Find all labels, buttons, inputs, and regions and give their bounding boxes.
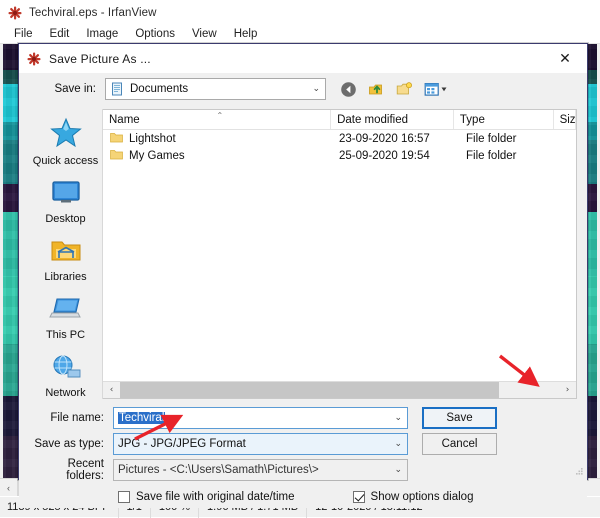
dialog-title: Save Picture As ... [49, 52, 151, 66]
column-header-date-modified[interactable]: Date modified [331, 110, 454, 129]
places-bar: Quick access Desktop [29, 109, 103, 399]
file-name-cell: My Games [103, 149, 339, 163]
save-as-type-row: Save as type: JPG - JPG/JPEG Format ⌄ Ca… [29, 431, 577, 457]
desktop-monitor-icon [49, 179, 83, 210]
place-label: Desktop [45, 213, 85, 225]
recent-folders-combobox[interactable]: Pictures - <C:\Users\Samath\Pictures\> ⌄ [113, 459, 408, 481]
save-in-row: Save in: Documents ⌄ [29, 75, 577, 103]
dialog-titlebar: Save Picture As ... ✕ [19, 44, 587, 73]
place-this-pc[interactable]: This PC [31, 295, 101, 341]
back-icon[interactable] [338, 79, 359, 99]
table-row[interactable]: Lightshot 23-09-2020 16:57 File folder [103, 130, 576, 147]
save-in-combobox[interactable]: Documents ⌄ [105, 78, 326, 100]
up-one-level-icon[interactable] [366, 79, 387, 99]
column-header-type[interactable]: Type [454, 110, 554, 129]
chevron-down-icon[interactable]: ⌄ [312, 84, 320, 94]
save-as-type-combobox[interactable]: JPG - JPG/JPEG Format ⌄ [113, 433, 408, 455]
column-header-name[interactable]: Name ⌃ [103, 110, 331, 129]
place-network[interactable]: Network [31, 353, 101, 399]
menu-item-image[interactable]: Image [78, 26, 127, 42]
save-as-type-label: Save as type: [29, 438, 113, 450]
file-name-label: File name: [29, 412, 113, 424]
dialog-toolbar [338, 79, 452, 99]
window-title: Techviral.eps - IrfanView [29, 7, 157, 19]
recent-folders-value: Pictures - <C:\Users\Samath\Pictures\> [118, 464, 319, 476]
file-name-cell: Lightshot [103, 132, 339, 146]
place-label: Libraries [44, 271, 86, 283]
menu-item-edit[interactable]: Edit [42, 26, 79, 42]
file-type: File folder [466, 133, 569, 145]
dialog-main: Quick access Desktop [29, 109, 577, 399]
menu-item-help[interactable]: Help [226, 26, 267, 42]
menu-item-options[interactable]: Options [127, 26, 184, 42]
file-name-row: File name: Techviral ⌄ Save [29, 405, 577, 431]
irfanview-icon [8, 6, 22, 20]
menu-item-view[interactable]: View [184, 26, 226, 42]
place-desktop[interactable]: Desktop [31, 179, 101, 225]
file-name: My Games [129, 150, 185, 162]
checkbox-label: Save file with original date/time [136, 491, 295, 503]
irfanview-icon [27, 52, 41, 66]
save-in-label: Save in: [29, 83, 105, 95]
column-label: Name [109, 114, 140, 126]
file-list-scroll-track[interactable] [499, 382, 559, 398]
file-list-horizontal-scrollbar[interactable]: ‹ › [103, 381, 576, 398]
irfanview-window: Techviral.eps - IrfanView File Edit Imag… [0, 0, 600, 517]
folder-icon [110, 132, 123, 146]
window-titlebar: Techviral.eps - IrfanView [0, 0, 600, 25]
file-date: 25-09-2020 19:54 [339, 150, 466, 162]
checkbox-show-options-dialog[interactable]: Show options dialog [353, 491, 474, 503]
checkbox-box[interactable] [353, 491, 365, 503]
views-icon[interactable] [422, 79, 452, 99]
place-label: Network [45, 387, 85, 399]
save-as-type-value: JPG - JPG/JPEG Format [118, 438, 246, 450]
scroll-right-icon[interactable]: › [559, 382, 576, 398]
recent-folders-label: Recent folders: [29, 458, 113, 482]
dialog-body: Save in: Documents ⌄ [19, 73, 587, 508]
file-type: File folder [466, 150, 569, 162]
documents-folder-icon [110, 82, 124, 96]
place-quick-access[interactable]: Quick access [31, 117, 101, 167]
resize-grip-icon[interactable] [573, 466, 584, 477]
file-name-value: Techviral [118, 412, 165, 424]
dialog-form: File name: Techviral ⌄ Save Save as type… [29, 399, 577, 508]
file-list-header: Name ⌃ Date modified Type Siz [103, 110, 576, 130]
file-date: 23-09-2020 16:57 [339, 133, 466, 145]
place-libraries[interactable]: Libraries [31, 237, 101, 283]
table-row[interactable]: My Games 25-09-2020 19:54 File folder [103, 147, 576, 164]
place-label: This PC [46, 329, 85, 341]
file-name: Lightshot [129, 133, 176, 145]
save-picture-as-dialog: Save Picture As ... ✕ Save in: [18, 43, 588, 480]
save-button[interactable]: Save [422, 407, 497, 429]
save-in-value: Documents [130, 83, 188, 95]
this-pc-laptop-icon [49, 295, 83, 326]
scroll-left-icon[interactable]: ‹ [0, 479, 17, 496]
libraries-folder-icon [49, 237, 83, 268]
chevron-down-icon[interactable]: ⌄ [394, 439, 402, 449]
network-globe-icon [49, 353, 83, 384]
close-icon[interactable]: ✕ [543, 44, 587, 73]
quick-access-star-icon [49, 117, 83, 152]
menubar: File Edit Image Options View Help [0, 25, 600, 44]
menu-item-file[interactable]: File [6, 26, 42, 42]
cancel-button[interactable]: Cancel [422, 433, 497, 455]
chevron-down-icon[interactable]: ⌄ [394, 465, 402, 475]
checkbox-label: Show options dialog [371, 491, 474, 503]
file-name-input[interactable]: Techviral ⌄ [113, 407, 408, 429]
recent-folders-row: Recent folders: Pictures - <C:\Users\Sam… [29, 457, 577, 483]
checkbox-box[interactable] [118, 491, 130, 503]
file-list-pane: Name ⌃ Date modified Type Siz [103, 109, 577, 399]
folder-icon [110, 149, 123, 163]
file-list-rows: Lightshot 23-09-2020 16:57 File folder [103, 130, 576, 381]
options-checkbox-row: Save file with original date/time Show o… [29, 486, 577, 508]
place-label: Quick access [33, 155, 98, 167]
new-folder-icon[interactable] [394, 79, 415, 99]
sort-ascending-icon: ⌃ [217, 111, 224, 120]
file-list-scroll-thumb[interactable] [120, 382, 499, 398]
chevron-down-icon[interactable]: ⌄ [394, 413, 402, 423]
scroll-left-icon[interactable]: ‹ [103, 382, 120, 398]
checkbox-save-original-datetime[interactable]: Save file with original date/time [118, 491, 295, 503]
column-header-size[interactable]: Siz [554, 110, 576, 129]
